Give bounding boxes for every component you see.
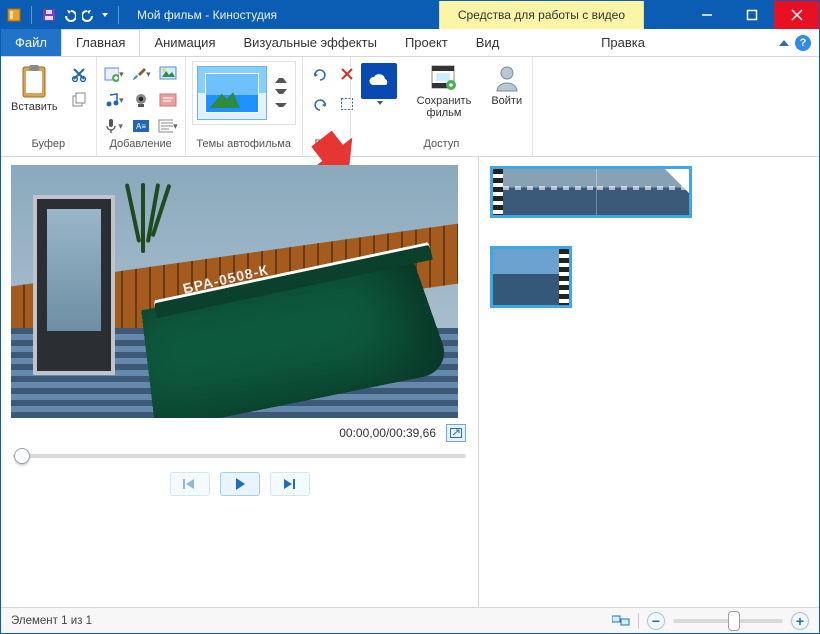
quick-access-toolbar [1,1,129,29]
add-music-icon[interactable]: ▾ [103,89,125,111]
rotate-left-icon[interactable] [309,63,331,85]
signin-icon [492,63,522,93]
ribbon-group-themes: Темы автофильма [186,57,303,156]
titlebar: Мой фильм - Киностудия Средства для рабо… [1,1,819,29]
clipboard-icon [19,63,49,99]
svg-text:A≡: A≡ [136,122,146,131]
help-icon[interactable]: ? [795,35,811,51]
tab-file[interactable]: Файл [1,29,61,56]
brush-icon[interactable]: ▾ [130,63,152,85]
ribbon-tabs: Файл Главная Анимация Визуальные эффекты… [1,29,819,57]
ribbon: Вставить Буфер ▾ ▾ ▾ [1,57,819,157]
gallery-up-icon[interactable] [275,75,287,83]
film-sprocket-icon [493,169,503,215]
ribbon-group-add: ▾ ▾ ▾ ▾ A≡ ▾ Добавление [97,57,186,156]
window-controls [684,1,819,29]
mic-icon[interactable]: ▾ [103,115,125,137]
content-area: БРА-0508-К 00:00,00/00:39,66 [1,157,819,607]
zoom-in-button[interactable]: + [791,612,809,630]
ribbon-group-access: Сохранить фильм Войти Доступ [351,57,533,156]
preview-time-row: 00:00,00/00:39,66 [11,418,468,448]
tab-effects[interactable]: Визуальные эффекты [229,29,390,56]
paste-button[interactable]: Вставить [7,61,62,115]
tab-animation[interactable]: Анимация [140,29,229,56]
cut-icon[interactable] [68,63,90,85]
theme-thumbnail [197,66,267,120]
close-button[interactable] [774,1,819,29]
app-icon [7,8,21,22]
redo-icon[interactable] [82,8,96,22]
preview-player[interactable]: БРА-0508-К [11,165,458,418]
zoom-control: − + [647,612,809,630]
status-bar: Элемент 1 из 1 − + [1,607,819,633]
timeline-clip-2[interactable] [491,247,571,307]
play-button[interactable] [220,472,260,496]
rotate-right-icon[interactable] [309,93,331,115]
onedrive-button[interactable] [357,61,401,107]
save-icon[interactable] [42,8,56,22]
save-movie-button[interactable]: Сохранить фильм [413,61,476,121]
minimize-button[interactable] [684,1,729,29]
caption-icon[interactable]: A≡ [130,115,152,137]
ribbon-group-buffer: Вставить Буфер [1,57,97,156]
onedrive-icon [361,63,397,99]
add-video-icon[interactable]: ▾ [103,63,125,85]
save-movie-icon [429,63,459,93]
zoom-slider[interactable] [673,619,783,623]
qat-dropdown-icon[interactable] [102,13,108,17]
zoom-out-button[interactable]: − [647,612,665,630]
gallery-more-icon[interactable] [275,103,287,111]
tab-edit[interactable]: Правка [587,29,659,56]
status-item-count: Элемент 1 из 1 [11,615,92,627]
tab-project[interactable]: Проект [391,29,462,56]
transport-controls [11,472,468,496]
timeline-pane[interactable] [479,157,819,607]
film-sprocket-icon [559,249,569,305]
copy-icon[interactable] [68,89,90,111]
app-window: Мой фильм - Киностудия Средства для рабо… [0,0,820,634]
tab-home[interactable]: Главная [61,29,140,56]
ribbon-collapse-icon[interactable] [779,40,789,46]
add-photo-icon[interactable] [157,63,179,85]
view-thumbnails-icon[interactable] [612,613,630,629]
next-frame-button[interactable] [270,472,310,496]
ribbon-group-edit: Пр... [303,57,351,156]
automovie-theme-gallery[interactable] [192,61,296,125]
tab-view[interactable]: Вид [462,29,514,56]
dropdown-icon [377,101,383,105]
tabstrip-right: ? [779,29,819,56]
title-icon[interactable] [157,89,179,111]
gallery-down-icon[interactable] [275,89,287,97]
credits-icon[interactable]: ▾ [157,115,179,137]
fullscreen-button[interactable] [446,424,466,442]
window-title: Мой фильм - Киностудия [129,1,439,29]
preview-pane: БРА-0508-К 00:00,00/00:39,66 [1,157,479,607]
time-display: 00:00,00/00:39,66 [339,426,436,440]
seek-slider[interactable] [11,448,468,472]
maximize-button[interactable] [729,1,774,29]
signin-button[interactable]: Войти [487,61,526,109]
prev-frame-button[interactable] [170,472,210,496]
timeline-clip-1[interactable] [491,167,691,217]
webcam-icon[interactable] [130,89,152,111]
undo-icon[interactable] [62,8,76,22]
context-tab-label: Средства для работы с видео [439,1,644,29]
